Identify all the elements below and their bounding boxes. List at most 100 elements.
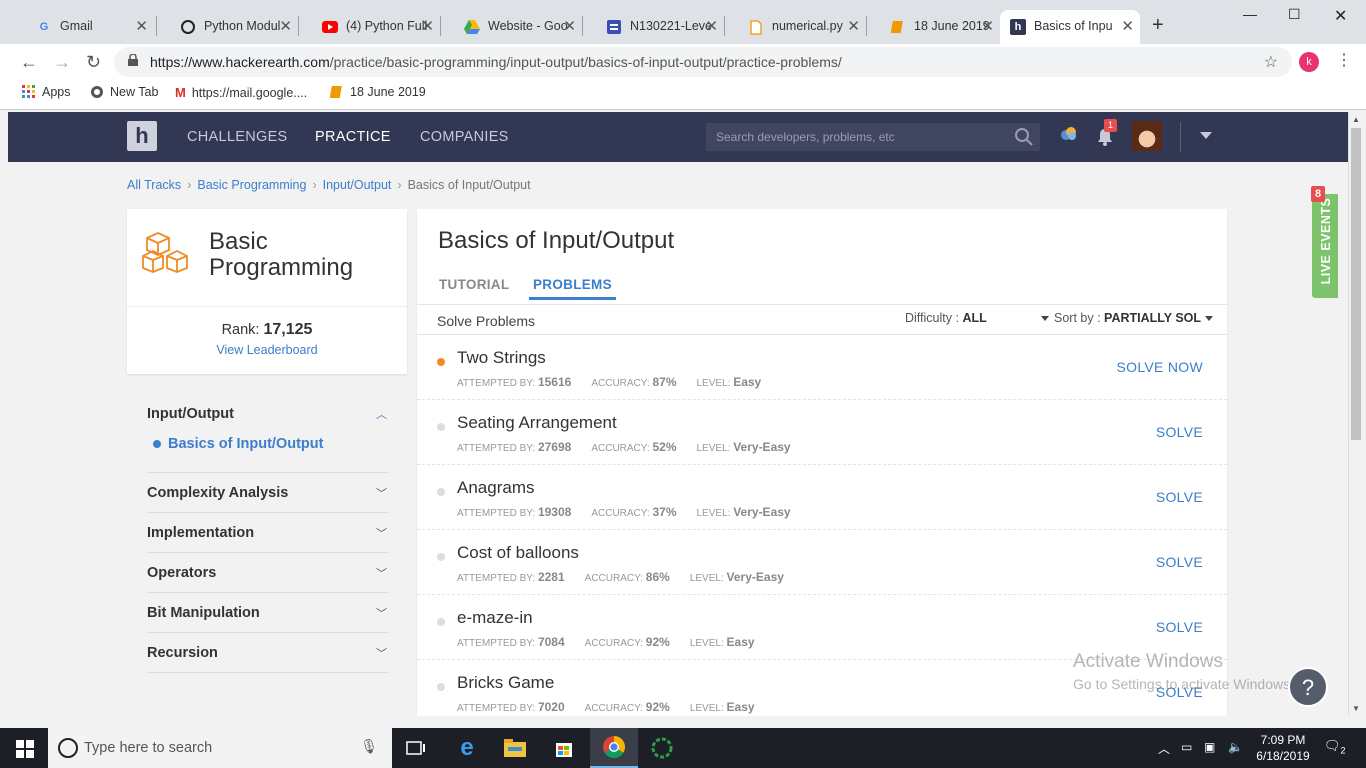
network-icon[interactable]: ▣ — [1204, 740, 1215, 754]
nav-challenges[interactable]: CHALLENGES — [187, 129, 288, 145]
close-tab-icon[interactable]: ✕ — [421, 17, 434, 35]
nav-practice[interactable]: PRACTICE — [315, 129, 391, 145]
close-tab-icon[interactable]: ✕ — [279, 17, 292, 35]
tray-chevron-icon[interactable]: ︿ — [1158, 740, 1170, 757]
list-item[interactable]: Two Strings ATTEMPTED BY: 15616 ACCURACY:… — [417, 335, 1227, 400]
user-menu-caret-icon[interactable] — [1200, 132, 1212, 139]
solve-button[interactable]: SOLVE — [1156, 489, 1203, 505]
problem-name[interactable]: Cost of balloons — [457, 543, 579, 563]
chevron-down-icon[interactable]: ﹀ — [376, 605, 387, 621]
chevron-down-icon[interactable]: ﹀ — [376, 645, 387, 661]
power-icon[interactable]: ▭ — [1181, 740, 1192, 754]
problem-name[interactable]: Seating Arrangement — [457, 413, 617, 433]
browser-tab-numerical-py[interactable]: numerical.py ✕ — [724, 10, 866, 44]
file-explorer-icon[interactable] — [491, 728, 539, 768]
sort-by-filter[interactable]: Sort by : PARTIALLY SOL — [1054, 311, 1214, 325]
taskbar-search-input[interactable]: Type here to search 🎙 — [48, 728, 392, 768]
list-item[interactable]: Cost of balloons ATTEMPTED BY: 2281 ACCUR… — [417, 530, 1227, 595]
action-center-icon[interactable]: 🗨2 — [1324, 738, 1346, 756]
bookmark-new-tab[interactable]: New Tab — [90, 85, 158, 99]
solve-button[interactable]: SOLVE — [1156, 554, 1203, 570]
close-window-icon[interactable]: ✕ — [1334, 6, 1347, 26]
scrollbar-thumb[interactable] — [1351, 128, 1361, 440]
nav-companies[interactable]: COMPANIES — [420, 129, 509, 145]
close-tab-icon[interactable]: ✕ — [135, 17, 148, 35]
cloud-icon[interactable] — [1060, 126, 1078, 142]
help-button[interactable]: ? — [1288, 667, 1328, 707]
bookmark-gmail[interactable]: M https://mail.google.... — [175, 85, 307, 100]
chevron-down-icon[interactable]: ﹀ — [376, 485, 387, 501]
maximize-icon[interactable]: ☐ — [1288, 6, 1301, 23]
close-tab-icon[interactable]: ✕ — [1121, 17, 1134, 35]
scroll-up-icon[interactable]: ▲ — [1352, 115, 1360, 124]
problem-name[interactable]: Bricks Game — [457, 673, 554, 693]
live-events-tab[interactable]: LIVE EVENTS — [1312, 194, 1338, 298]
sidebar-section-operators[interactable]: Operators ﹀ — [147, 553, 389, 593]
breadcrumb-input-output[interactable]: Input/Output — [323, 178, 392, 192]
sidebar-section-implementation[interactable]: Implementation ﹀ — [147, 513, 389, 553]
bookmark-star-icon[interactable]: ☆ — [1264, 52, 1278, 72]
solve-button[interactable]: SOLVE — [1156, 619, 1203, 635]
browser-tab-active[interactable]: h Basics of Inpu ✕ — [1000, 10, 1140, 44]
close-tab-icon[interactable]: ✕ — [981, 17, 994, 35]
hackerearth-logo[interactable]: h — [127, 121, 157, 151]
chrome-taskbar-icon[interactable] — [590, 728, 638, 768]
solve-now-button[interactable]: SOLVE NOW — [1117, 359, 1203, 375]
sidebar-section-complexity[interactable]: Complexity Analysis ﹀ — [147, 473, 389, 513]
list-item[interactable]: Seating Arrangement ATTEMPTED BY: 27698 A… — [417, 400, 1227, 465]
site-search-input[interactable]: Search developers, problems, etc — [706, 123, 1040, 151]
tab-problems[interactable]: PROBLEMS — [529, 277, 616, 300]
chevron-down-icon[interactable]: ﹀ — [376, 525, 387, 541]
sidebar-section-recursion[interactable]: Recursion ﹀ — [147, 633, 389, 673]
minimize-icon[interactable]: — — [1243, 6, 1257, 22]
volume-icon[interactable]: 🔈 — [1228, 740, 1243, 754]
task-view-icon[interactable] — [392, 728, 440, 768]
breadcrumb-basic-programming[interactable]: Basic Programming — [197, 178, 306, 192]
problem-name[interactable]: Two Strings — [457, 348, 546, 368]
store-icon[interactable] — [540, 728, 588, 768]
edge-icon[interactable]: e — [443, 728, 491, 768]
sidebar-section-bit-manipulation[interactable]: Bit Manipulation ﹀ — [147, 593, 389, 633]
browser-tab-google-drive[interactable]: Website - Goo ✕ — [440, 10, 582, 44]
browser-tab-python-module[interactable]: Python Modul ✕ — [156, 10, 298, 44]
microphone-icon[interactable]: 🎙 — [360, 738, 378, 755]
problem-name[interactable]: e-maze-in — [457, 608, 533, 628]
profile-avatar[interactable]: k — [1299, 52, 1319, 72]
problem-name[interactable]: Anagrams — [457, 478, 534, 498]
close-tab-icon[interactable]: ✕ — [847, 17, 860, 35]
close-tab-icon[interactable]: ✕ — [563, 17, 576, 35]
solve-button[interactable]: SOLVE — [1156, 424, 1203, 440]
taskbar-clock[interactable]: 7:09 PM 6/18/2019 — [1248, 732, 1318, 764]
user-avatar[interactable] — [1132, 121, 1162, 151]
windows-start-icon[interactable] — [16, 740, 34, 758]
address-bar[interactable]: https://www.hackerearth.com/practice/bas… — [114, 47, 1292, 77]
page-scrollbar[interactable]: ▲ ▼ — [1348, 112, 1362, 716]
chevron-down-icon[interactable]: ﹀ — [376, 565, 387, 581]
bookmark-apps[interactable]: Apps — [22, 85, 71, 99]
content-tabs: TUTORIAL PROBLEMS — [417, 277, 1227, 305]
difficulty-filter[interactable]: Difficulty : ALL — [905, 311, 1049, 325]
chevron-up-icon[interactable]: ︿ — [376, 406, 387, 422]
loading-app-icon[interactable] — [638, 728, 686, 768]
back-icon[interactable]: ← — [20, 52, 38, 73]
tab-tutorial[interactable]: TUTORIAL — [439, 277, 509, 299]
breadcrumb-all-tracks[interactable]: All Tracks — [127, 178, 181, 192]
forward-icon[interactable]: → — [53, 52, 71, 73]
search-icon[interactable] — [1014, 127, 1034, 147]
browser-tab-gmail[interactable]: G Gmail ✕ — [12, 10, 154, 44]
sidebar-item-basics-io[interactable]: Basics of Input/Output — [153, 436, 323, 452]
sidebar-section-input-output[interactable]: Input/Output ︿ Basics of Input/Output — [147, 394, 389, 473]
reload-icon[interactable]: ↻ — [86, 52, 101, 73]
new-tab-icon[interactable]: + — [1152, 14, 1164, 37]
breadcrumb: All Tracks › Basic Programming › Input/Outpu… — [127, 178, 531, 192]
scroll-down-icon[interactable]: ▼ — [1352, 704, 1360, 713]
bookmark-18-june[interactable]: 18 June 2019 — [330, 85, 426, 99]
view-leaderboard-link[interactable]: View Leaderboard — [127, 343, 407, 357]
browser-tab-youtube[interactable]: (4) Python Full ✕ — [298, 10, 440, 44]
breadcrumb-sep: › — [312, 178, 317, 192]
browser-tab-forms[interactable]: N130221-Leve ✕ — [582, 10, 724, 44]
list-item[interactable]: Anagrams ATTEMPTED BY: 19308 ACCURACY: 37… — [417, 465, 1227, 530]
browser-tab-18-june[interactable]: 18 June 2019 ✕ — [866, 10, 1000, 44]
close-tab-icon[interactable]: ✕ — [705, 17, 718, 35]
chrome-menu-icon[interactable]: ⋮ — [1336, 50, 1352, 70]
